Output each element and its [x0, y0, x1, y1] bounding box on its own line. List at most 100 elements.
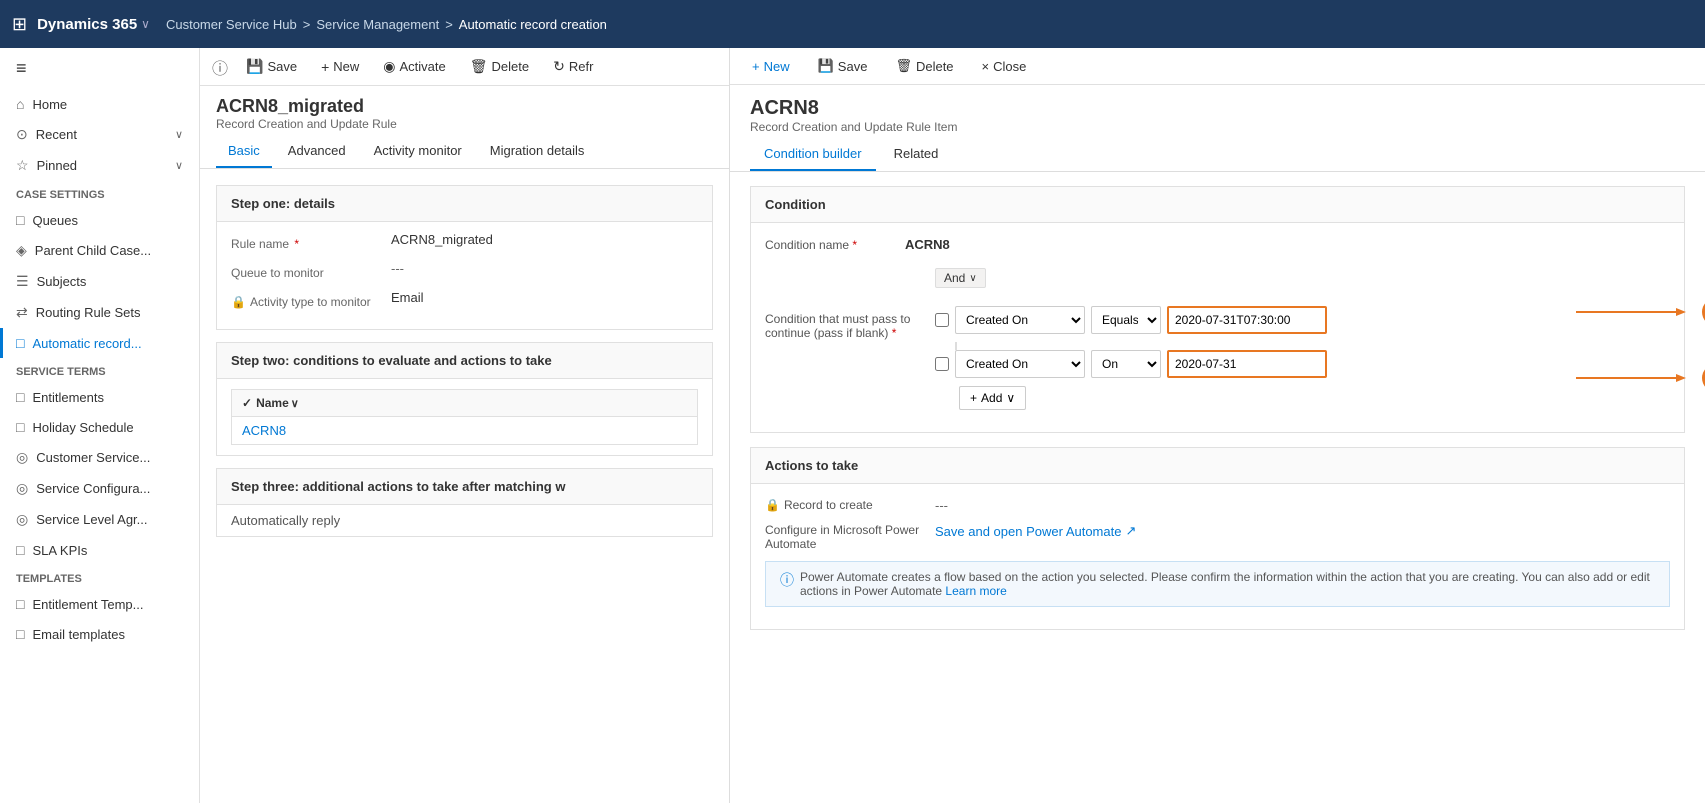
customer-service-icon: ◎ — [16, 449, 28, 466]
sidebar-item-holiday-schedule[interactable]: □ Holiday Schedule — [0, 412, 199, 442]
sidebar-item-queues[interactable]: □ Queues — [0, 205, 199, 235]
condition-checkbox-1[interactable] — [935, 313, 949, 327]
entitlements-icon: □ — [16, 389, 24, 405]
actions-panel: Actions to take 🔒Record to create --- Co… — [750, 447, 1685, 630]
actions-field-power-automate: Configure in Microsoft Power Automate Sa… — [765, 523, 1670, 551]
power-automate-info-bar: ⓘ Power Automate creates a flow based on… — [765, 561, 1670, 607]
condition-value-input-2[interactable] — [1167, 350, 1327, 378]
info-text: Power Automate creates a flow based on t… — [800, 570, 1655, 598]
step-two-header: Step two: conditions to evaluate and act… — [217, 343, 712, 379]
tab-activity-monitor[interactable]: Activity monitor — [362, 135, 474, 168]
learn-more-label: Learn more — [945, 584, 1006, 598]
activate-button[interactable]: ◉ Activate — [377, 54, 451, 79]
tab-related[interactable]: Related — [880, 138, 953, 171]
nav-separator-1: > — [303, 17, 311, 32]
save-open-power-automate-link[interactable]: Save and open Power Automate ↗ — [935, 523, 1136, 539]
save-button[interactable]: 💾 Save — [240, 54, 303, 79]
sidebar-item-label-automatic: Automatic record... — [32, 336, 141, 351]
condition-field-dropdown-1[interactable]: Created On — [955, 306, 1085, 334]
right-save-label: Save — [838, 59, 868, 74]
refresh-button[interactable]: ↻ Refr — [547, 54, 599, 79]
and-label: And — [944, 271, 965, 285]
queue-monitor-value: --- — [391, 261, 404, 276]
sidebar-item-entitlements[interactable]: □ Entitlements — [0, 382, 199, 412]
nav-customer-service-hub[interactable]: Customer Service Hub — [166, 17, 297, 32]
condition-value-input-1[interactable] — [1167, 306, 1327, 334]
left-toolbar: ⓘ 💾 Save + New ◉ Activate 🗑 Delete — [200, 48, 729, 86]
check-icon: ✓ — [242, 396, 252, 410]
recent-icon: ⊙ — [16, 126, 28, 143]
sidebar-item-label-sla-kpis: SLA KPIs — [32, 543, 87, 558]
right-new-button[interactable]: + New — [746, 55, 796, 78]
templates-label: Templates — [0, 565, 199, 589]
sidebar-item-automatic-record[interactable]: □ Automatic record... — [0, 328, 199, 358]
right-new-icon: + — [752, 59, 760, 74]
field-activity-type: 🔒Activity type to monitor Email — [231, 290, 698, 309]
service-configura-icon: ◎ — [16, 480, 28, 497]
sidebar-item-home[interactable]: ⌂ Home — [0, 89, 199, 119]
holiday-icon: □ — [16, 419, 24, 435]
new-icon: + — [321, 59, 329, 75]
right-delete-button[interactable]: 🗑 Delete — [889, 54, 959, 78]
record-create-label: 🔒Record to create — [765, 498, 925, 512]
left-form-title: ACRN8_migrated — [216, 96, 713, 117]
add-condition-button[interactable]: + Add ∨ — [959, 386, 1026, 410]
condition-operator-dropdown-1[interactable]: Equals — [1091, 306, 1161, 334]
annotation-a: a — [1576, 298, 1705, 326]
nav-service-management[interactable]: Service Management — [316, 17, 439, 32]
condition-operator-dropdown-2[interactable]: On — [1091, 350, 1161, 378]
sidebar-item-label-customer-service: Customer Service... — [36, 450, 150, 465]
grid-icon[interactable]: ⊞ — [12, 14, 27, 35]
delete-button[interactable]: 🗑 Delete — [464, 54, 535, 79]
step-three-body: Automatically reply — [217, 505, 712, 536]
list-item-acrn8[interactable]: ACRN8 — [232, 417, 697, 444]
activate-label: Activate — [400, 59, 446, 74]
list-header: ✓ Name ∨ — [232, 390, 697, 417]
learn-more-link[interactable]: Learn more — [945, 584, 1006, 598]
hamburger-icon[interactable]: ≡ — [0, 48, 199, 89]
sidebar-item-label-home: Home — [32, 97, 67, 112]
routing-icon: ⇄ — [16, 304, 28, 321]
condition-rows-area: Created On Equals — [935, 306, 1670, 410]
condition-label: Condition that must pass to continue (pa… — [765, 312, 910, 340]
sidebar-item-entitlement-temp[interactable]: □ Entitlement Temp... — [0, 589, 199, 619]
refresh-label: Refr — [569, 59, 594, 74]
sidebar-item-sla-kpis[interactable]: □ SLA KPIs — [0, 535, 199, 565]
app-chevron-icon[interactable]: ∨ — [141, 17, 150, 31]
right-panel: + New 💾 Save 🗑 Delete × Close ACRN8 — [730, 48, 1705, 803]
left-form-tabs: Basic Advanced Activity monitor Migratio… — [200, 135, 729, 169]
condition-panel-header: Condition — [751, 187, 1684, 223]
list-item-label: ACRN8 — [242, 423, 286, 438]
annotation-b: b — [1576, 364, 1705, 392]
sidebar-item-recent[interactable]: ⊙ Recent ∨ — [0, 119, 199, 150]
field-queue-monitor: Queue to monitor --- — [231, 261, 698, 280]
sidebar-item-pinned[interactable]: ☆ Pinned ∨ — [0, 150, 199, 181]
and-badge[interactable]: And ∨ — [935, 268, 986, 288]
sidebar-item-label-service-level: Service Level Agr... — [36, 512, 147, 527]
tab-advanced[interactable]: Advanced — [276, 135, 358, 168]
sidebar-item-service-level-agr[interactable]: ◎ Service Level Agr... — [0, 504, 199, 535]
nav-current: Automatic record creation — [459, 17, 607, 32]
condition-label-area: Condition that must pass to continue (pa… — [765, 306, 1670, 410]
right-header: ACRN8 Record Creation and Update Rule It… — [730, 85, 1705, 138]
rule-name-required: * — [294, 237, 299, 251]
sidebar-item-label-email-templates: Email templates — [32, 627, 124, 642]
condition-checkbox-2[interactable] — [935, 357, 949, 371]
sidebar-item-service-configura[interactable]: ◎ Service Configura... — [0, 473, 199, 504]
tab-condition-builder[interactable]: Condition builder — [750, 138, 876, 171]
add-label: Add — [981, 391, 1002, 405]
right-close-button[interactable]: × Close — [976, 55, 1033, 78]
sidebar-item-subjects[interactable]: ☰ Subjects — [0, 266, 199, 297]
step-three-title: Step three: additional actions to take a… — [231, 479, 565, 494]
tab-basic[interactable]: Basic — [216, 135, 272, 168]
sidebar-item-routing-rule-sets[interactable]: ⇄ Routing Rule Sets — [0, 297, 199, 328]
condition-field-dropdown-2[interactable]: Created On — [955, 350, 1085, 378]
new-button[interactable]: + New — [315, 55, 365, 79]
condition-label-text: Condition that must pass to continue (pa… — [765, 306, 925, 340]
tab-migration-details[interactable]: Migration details — [478, 135, 597, 168]
sidebar-item-parent-child[interactable]: ◈ Parent Child Case... — [0, 235, 199, 266]
add-chevron-icon: ∨ — [1006, 391, 1015, 405]
right-save-button[interactable]: 💾 Save — [812, 54, 874, 78]
sidebar-item-email-templates[interactable]: □ Email templates — [0, 619, 199, 649]
sidebar-item-customer-service[interactable]: ◎ Customer Service... — [0, 442, 199, 473]
